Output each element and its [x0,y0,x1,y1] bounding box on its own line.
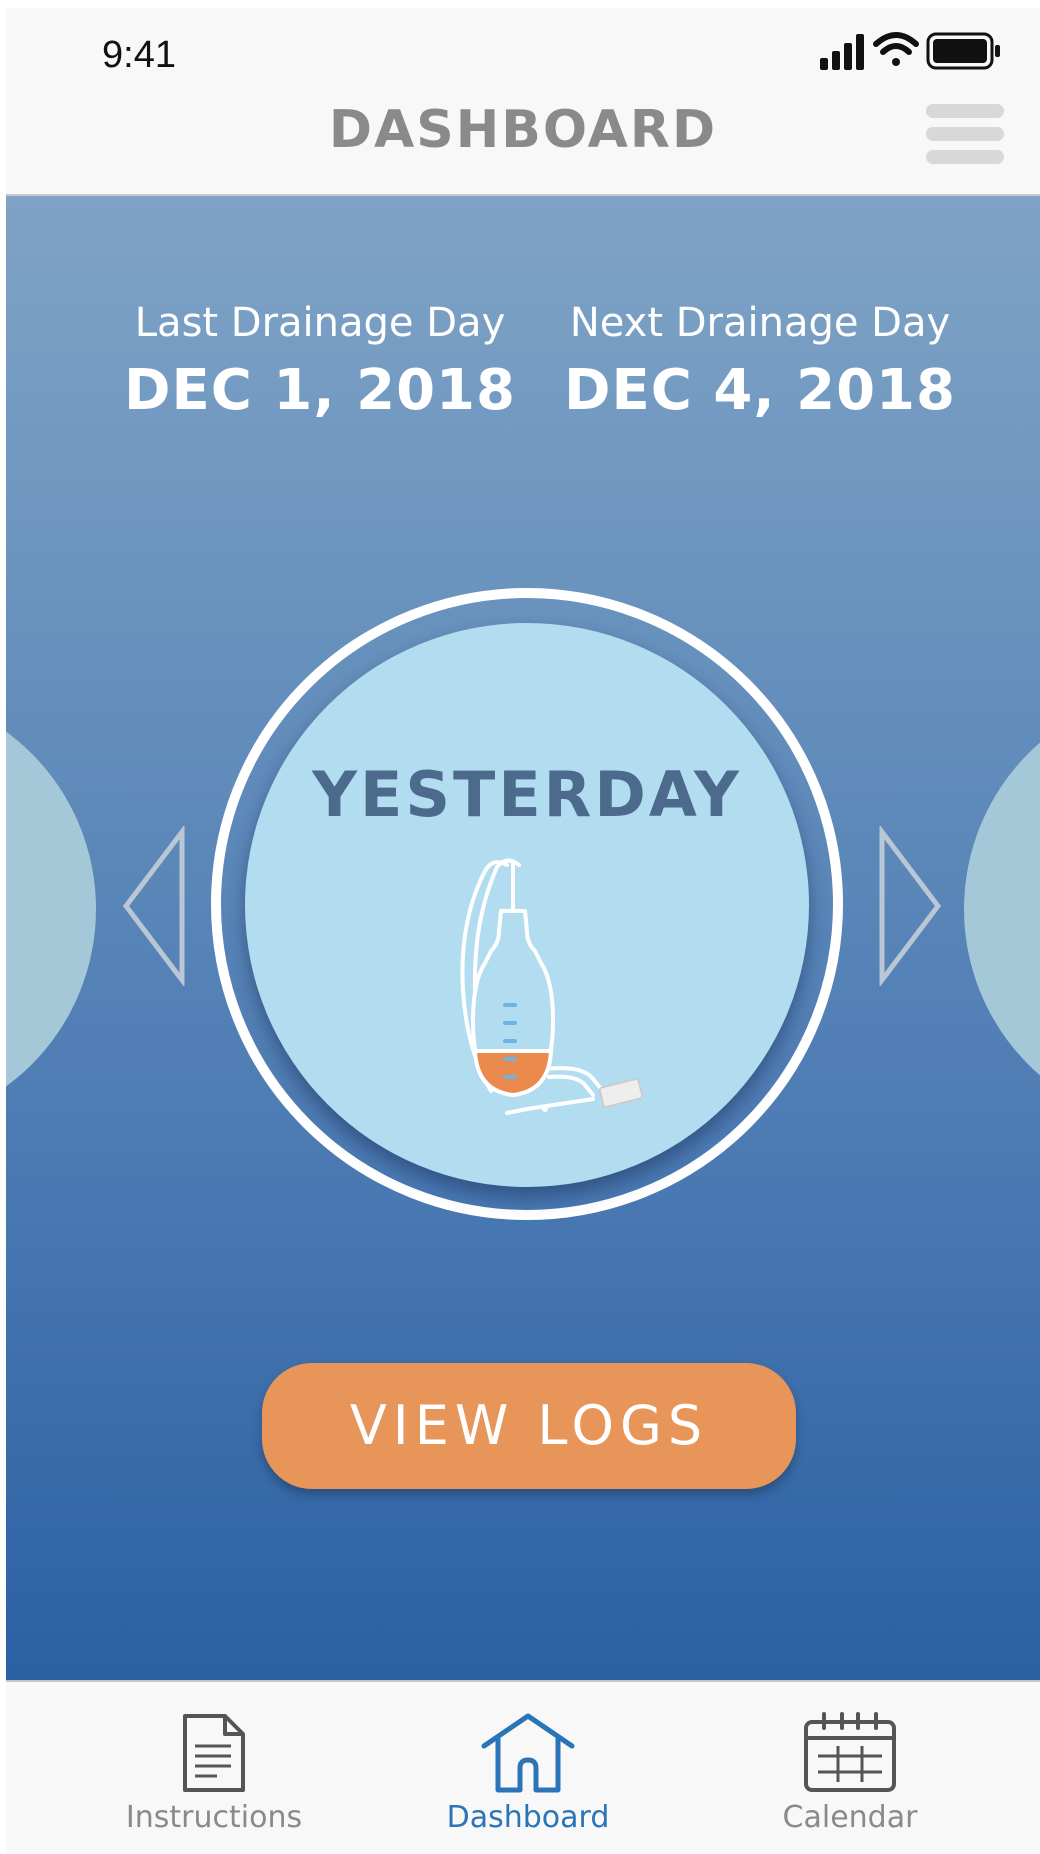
status-icons [820,32,1000,70]
home-icon [481,1713,575,1793]
document-icon [183,1714,245,1792]
day-card[interactable]: YESTERDAY [245,623,809,1187]
tab-instructions[interactable]: Instructions [84,1682,344,1854]
tab-instructions-label: Instructions [125,1800,303,1835]
tab-bar: Instructions Dashboard Calendar [6,1682,1040,1854]
last-drainage-label: Last Drainage Day [134,300,506,346]
triangle-right-icon[interactable] [874,826,944,986]
tab-dashboard[interactable]: Dashboard [398,1682,658,1854]
battery-icon [926,32,1000,70]
day-label: YESTERDAY [312,758,742,831]
hamburger-menu-icon[interactable] [926,104,1004,170]
dashboard-main: Last Drainage Day DEC 1, 2018 Next Drain… [6,196,1040,1680]
wifi-icon [873,32,919,66]
status-time: 9:41 [102,34,176,76]
drainage-bag-icon [460,858,644,1115]
next-drainage-label: Next Drainage Day [569,300,951,346]
tab-calendar-label: Calendar [782,1800,918,1835]
app-screen: 9:41 DASHBOARD Last Drainage Day DEC 1, … [6,8,1040,1854]
page-title: DASHBOARD [328,100,718,160]
next-drainage: Next Drainage Day DEC 4, 2018 [550,300,970,423]
calendar-icon [804,1712,896,1792]
carousel-next-card[interactable] [964,689,1040,1129]
view-logs-button[interactable]: VIEW LOGS [262,1363,796,1489]
last-drainage: Last Drainage Day DEC 1, 2018 [110,300,530,423]
tab-calendar[interactable]: Calendar [720,1682,980,1854]
triangle-left-icon[interactable] [120,826,190,986]
tab-dashboard-label: Dashboard [446,1800,610,1835]
carousel-prev-card[interactable] [6,689,96,1129]
signal-icon [820,34,864,70]
next-drainage-date: DEC 4, 2018 [564,358,956,423]
last-drainage-date: DEC 1, 2018 [124,358,516,423]
